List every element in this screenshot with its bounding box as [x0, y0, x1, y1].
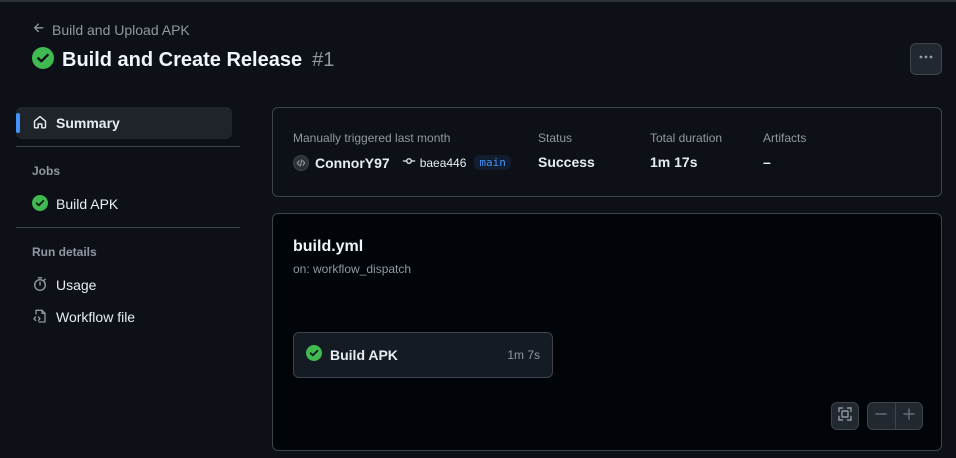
- trigger-column: Manually triggered last month ConnorY97 …: [293, 131, 511, 171]
- sidebar: Summary Jobs Build APK Run details Usage…: [16, 107, 240, 333]
- status-column: Status Success: [538, 131, 595, 170]
- minus-icon: [873, 406, 889, 427]
- sidebar-item-usage[interactable]: Usage: [16, 269, 240, 301]
- sidebar-item-label: Summary: [56, 115, 120, 131]
- branch-badge[interactable]: main: [474, 155, 511, 170]
- sidebar-item-label: Workflow file: [56, 309, 136, 325]
- sidebar-divider: [16, 146, 240, 147]
- status-label: Status: [538, 131, 573, 145]
- home-icon: [32, 114, 48, 133]
- check-circle-fill-icon: [32, 47, 54, 74]
- plus-icon: [901, 406, 917, 427]
- status-value: Success: [538, 154, 595, 170]
- duration-label: Total duration: [650, 131, 723, 145]
- stopwatch-icon: [32, 276, 48, 295]
- screen-full-icon: [837, 406, 853, 427]
- run-summary-card: Manually triggered last month ConnorY97 …: [272, 107, 942, 197]
- job-name: Build APK: [330, 347, 398, 363]
- file-code-icon: [32, 308, 48, 327]
- page-title-row: Build and Create Release #1: [32, 47, 334, 74]
- more-actions-button[interactable]: [910, 43, 942, 75]
- artifacts-label: Artifacts: [763, 131, 807, 145]
- jobs-heading: Jobs: [32, 164, 61, 178]
- workflow-file-name: build.yml: [293, 238, 364, 255]
- commit-link[interactable]: baea446: [402, 154, 467, 171]
- job-node-build-apk[interactable]: Build APK 1m 7s: [293, 332, 553, 378]
- sidebar-divider: [16, 227, 240, 228]
- sidebar-item-summary[interactable]: Summary: [16, 107, 232, 139]
- back-to-workflow-link[interactable]: Build and Upload APK: [32, 21, 190, 38]
- arrow-left-icon: [32, 21, 46, 38]
- zoom-controls: [867, 402, 923, 430]
- run-details-heading: Run details: [32, 245, 97, 259]
- workflow-graph-card: build.yml on: workflow_dispatch Build AP…: [272, 213, 942, 451]
- artifacts-column: Artifacts –: [763, 131, 806, 170]
- git-commit-icon: [402, 154, 416, 171]
- artifacts-value: –: [763, 154, 771, 170]
- top-border: [0, 0, 956, 2]
- check-circle-fill-icon: [32, 194, 48, 214]
- trigger-label: Manually triggered last month: [293, 131, 451, 145]
- back-link-label: Build and Upload APK: [52, 21, 190, 38]
- fit-to-screen-button[interactable]: [831, 402, 859, 430]
- sidebar-item-label: Usage: [56, 277, 97, 293]
- page-title: Build and Create Release: [62, 49, 303, 71]
- sidebar-item-workflow-file[interactable]: Workflow file: [16, 301, 240, 333]
- commit-sha: baea446: [419, 155, 467, 170]
- sidebar-item-job-build-apk[interactable]: Build APK: [16, 188, 240, 220]
- check-circle-fill-icon: [306, 344, 322, 366]
- workflow-trigger: on: workflow_dispatch: [293, 262, 412, 276]
- duration-column: Total duration 1m 17s: [650, 131, 722, 170]
- actor-link[interactable]: ConnorY97: [315, 155, 390, 171]
- zoom-in-button[interactable]: [896, 403, 923, 429]
- trigger-value: ConnorY97 baea446 main: [293, 154, 511, 171]
- sidebar-item-label: Build APK: [56, 196, 119, 212]
- job-duration: 1m 7s: [507, 348, 540, 362]
- duration-value: 1m 17s: [650, 154, 698, 170]
- kebab-horizontal-icon: [918, 49, 934, 70]
- run-number: #1: [312, 49, 335, 71]
- zoom-out-button[interactable]: [868, 403, 895, 429]
- avatar[interactable]: [293, 154, 309, 171]
